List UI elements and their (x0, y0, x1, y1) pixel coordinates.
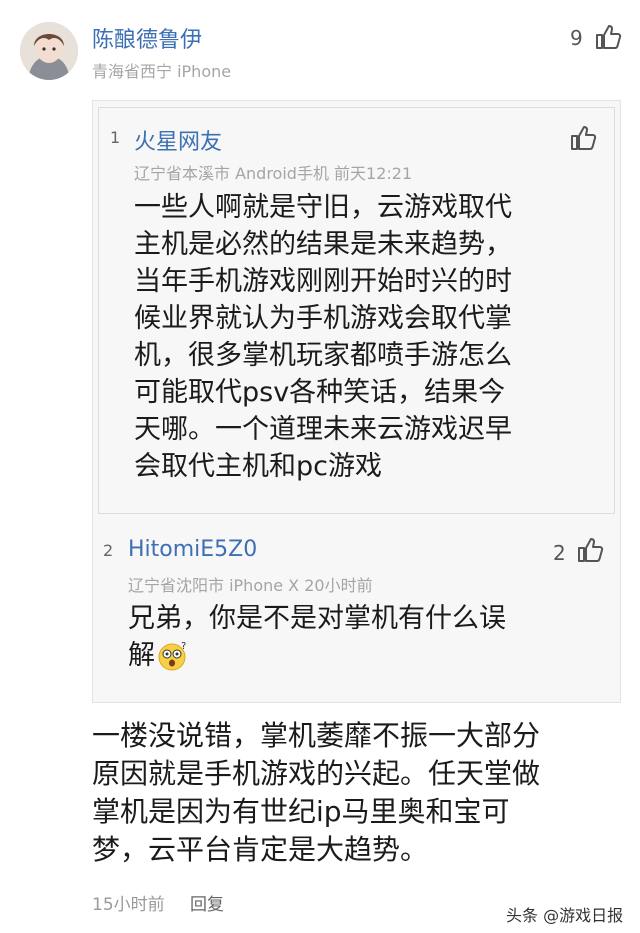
thumbs-up-icon (571, 126, 597, 150)
quote-text-line: 天哪。一个道理未来云游戏迟早 (134, 414, 512, 445)
reply-button[interactable]: 回复 (190, 890, 224, 915)
quote-meta: 辽宁省本溪市 Android手机 前天12:21 (134, 164, 413, 183)
quote-username[interactable]: 火星网友 (134, 124, 222, 156)
quote-like-count: 2 (553, 541, 566, 565)
comment-meta: 青海省西宁 iPhone (92, 62, 232, 81)
floor-number: 2 (103, 541, 114, 560)
comment-like-count: 9 (570, 26, 583, 50)
quote-text-line: 可能取代psv各种笑话，结果今 (134, 377, 506, 408)
svg-text:?: ? (181, 641, 186, 652)
comment-like-button[interactable] (594, 23, 622, 55)
quote-like-button[interactable] (576, 536, 604, 568)
thumbs-up-icon (596, 25, 622, 49)
watermark: 头条 @游戏日报 (506, 906, 624, 925)
quote-username[interactable]: HitomiE5Z0 (128, 537, 257, 562)
comment-text: 一楼没说错，掌机萎靡不振一大部分 原因就是手机游戏的兴起。任天堂做 掌机是因为有… (92, 717, 622, 869)
quote-text-line: 机，很多掌机玩家都喷手游怎么 (134, 340, 512, 371)
quote-text-line: 兄弟，你是不是对掌机有什么误 (128, 603, 506, 634)
quote-like-button[interactable] (569, 124, 597, 156)
quote-text-line: 会取代主机和pc游戏 (134, 451, 382, 482)
quote-text-line: 主机是必然的结果是未来趋势， (134, 229, 512, 260)
avatar[interactable] (20, 22, 78, 80)
quote-text-line-content: 解 (128, 640, 155, 671)
comment-username[interactable]: 陈酿德鲁伊 (92, 22, 202, 54)
comment-time: 15小时前 (92, 895, 165, 915)
comment-text-line: 梦，云平台肯定是大趋势。 (92, 833, 429, 866)
quote-text-line: 解 ? (128, 637, 598, 674)
comment-text-line: 掌机是因为有世纪ip马里奥和宝可 (92, 795, 510, 828)
quote-text-line: 候业界就认为手机游戏会取代掌 (134, 303, 512, 334)
thumbs-up-icon (578, 538, 604, 562)
quote-meta: 辽宁省沈阳市 iPhone X 20小时前 (128, 576, 373, 595)
quote-text-line: 当年手机游戏刚刚开始时兴的时 (134, 266, 512, 297)
comment-text-line: 一楼没说错，掌机萎靡不振一大部分 (92, 719, 541, 752)
floor-number: 1 (110, 128, 121, 147)
quote-text-line: 一些人啊就是守旧，云游戏取代 (134, 192, 512, 223)
quote-text: 一些人啊就是守旧，云游戏取代 主机是必然的结果是未来趋势， 当年手机游戏刚刚开始… (134, 189, 604, 485)
quote-text: 兄弟，你是不是对掌机有什么误 解 ? (128, 600, 598, 674)
comment-text-line: 原因就是手机游戏的兴起。任天堂做 (92, 757, 541, 790)
shocked-emoji-icon: ? (158, 641, 186, 670)
